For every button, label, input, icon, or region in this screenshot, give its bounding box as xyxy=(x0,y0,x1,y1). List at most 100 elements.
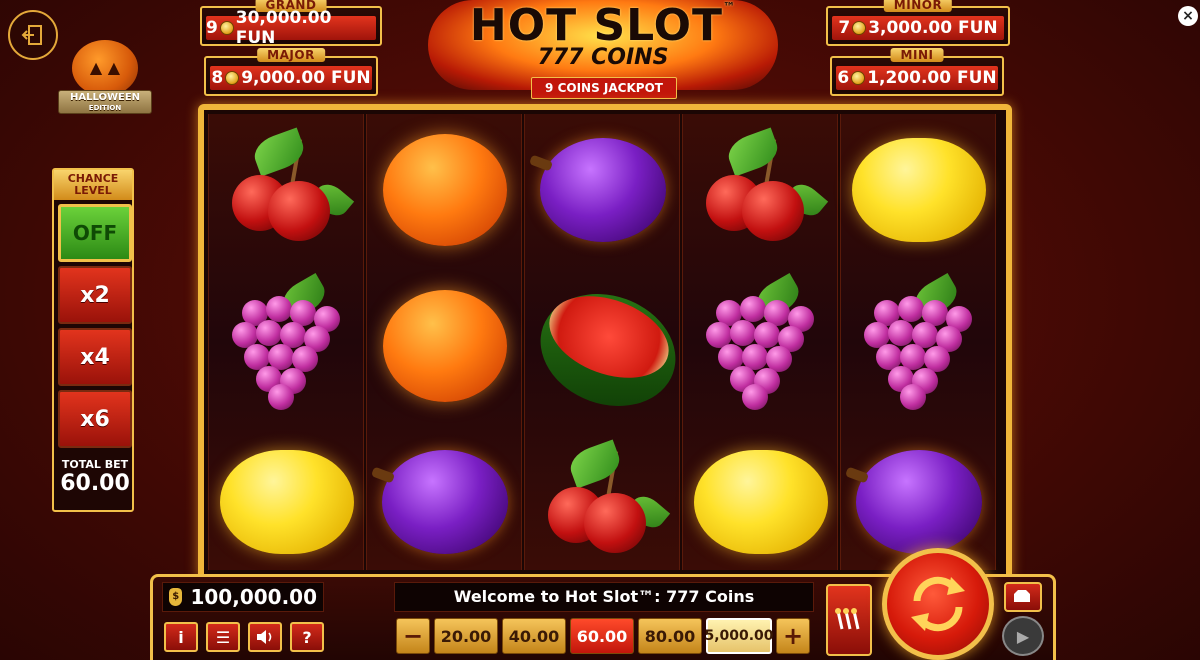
exit-button[interactable] xyxy=(8,10,58,60)
menu-button[interactable]: ☰ xyxy=(206,622,240,652)
halloween-edition-badge: ▲ ▲ HALLOWEEN EDITION xyxy=(58,20,152,116)
help-icon: ? xyxy=(302,627,312,647)
jackpot-minor-count: 7 xyxy=(838,18,851,38)
halloween-ribbon: HALLOWEEN EDITION xyxy=(58,90,152,114)
watermelon-icon xyxy=(524,275,692,425)
close-icon: × xyxy=(1182,8,1194,24)
jackpot-mini-count: 6 xyxy=(837,68,850,88)
jackpot-minor-label: MINOR xyxy=(883,0,953,12)
bet-selector: − 20.00 40.00 60.00 80.00 5,000.00 + xyxy=(396,618,810,654)
jackpot-minor: MINOR 7 3,000.00 FUN xyxy=(826,0,1010,46)
play-icon: ▶ xyxy=(1016,626,1030,646)
chance-off-button[interactable]: OFF xyxy=(58,204,132,262)
lemon-icon xyxy=(852,138,986,242)
grapes-symbol xyxy=(693,273,829,416)
plum-symbol xyxy=(377,432,513,572)
coin-icon xyxy=(219,21,234,35)
game-logo: HOT SLOT™ 777 COINS 9 COINS JACKPOT xyxy=(420,0,786,104)
bet-option-selected[interactable]: 60.00 xyxy=(570,618,634,654)
money-bag-icon: $ xyxy=(169,588,183,606)
plum-symbol xyxy=(535,120,671,260)
reel-4 xyxy=(682,114,838,570)
bet-decrease-button[interactable]: − xyxy=(396,618,430,654)
close-button[interactable]: × xyxy=(1178,6,1198,26)
cherries-icon xyxy=(222,127,355,245)
grapes-icon xyxy=(854,273,984,410)
grapes-icon xyxy=(222,273,352,410)
coin-icon xyxy=(851,71,866,85)
bet-increase-button[interactable]: + xyxy=(776,618,810,654)
total-bet-value: 60.00 xyxy=(60,471,130,496)
cherries-icon xyxy=(696,127,829,245)
lemon-symbol xyxy=(851,120,987,260)
orange-symbol xyxy=(377,120,513,260)
jackpot-major-label: MAJOR xyxy=(257,48,325,62)
help-button[interactable]: ? xyxy=(290,622,324,652)
chance-x2-button[interactable]: x2 xyxy=(58,266,132,324)
turbo-icon xyxy=(1014,590,1030,602)
reel-3 xyxy=(524,114,692,572)
orange-icon xyxy=(383,290,507,402)
bet-option[interactable]: 80.00 xyxy=(638,618,702,654)
chance-x4-button[interactable]: x4 xyxy=(58,328,132,386)
grapes-symbol xyxy=(851,273,987,416)
grapes-icon xyxy=(696,273,826,410)
jackpot-grand-amount: 30,000.00 FUN xyxy=(235,8,332,48)
turbo-button[interactable] xyxy=(1004,582,1042,612)
chance-level-panel: CHANCE LEVEL OFF x2 x4 x6 TOTAL BET 60.0… xyxy=(52,168,134,512)
reels-frame xyxy=(198,104,1012,580)
plum-icon xyxy=(540,138,666,242)
cherries-symbol xyxy=(219,120,355,260)
jackpot-grand-count: 9 xyxy=(206,18,218,38)
jackpot-mini-amount: 1,200.00 FUN xyxy=(867,68,997,88)
coin-icon xyxy=(852,21,867,35)
info-icon: i xyxy=(178,627,184,647)
total-bet-label: TOTAL BET xyxy=(61,458,129,471)
lemon-symbol xyxy=(693,432,829,572)
jackpot-minor-amount: 3,000.00 FUN xyxy=(868,18,998,38)
autoplay-button[interactable]: ▶ xyxy=(1002,616,1044,656)
jackpot-grand: GRAND 9 30,000.00 FUN xyxy=(200,0,382,48)
bet-option[interactable]: 5,000.00 xyxy=(704,618,774,654)
bet-option[interactable]: 40.00 xyxy=(502,618,566,654)
spin-arrows-icon xyxy=(911,576,965,632)
reel-2 xyxy=(366,114,522,570)
jackpot-major-amount: 9,000.00 FUN xyxy=(241,68,371,88)
balance-value: 100,000.00 xyxy=(190,585,317,609)
chance-level-title-2: LEVEL xyxy=(74,184,112,197)
jackpot-major-count: 8 xyxy=(211,68,224,88)
jackpot-tag: 9 COINS JACKPOT xyxy=(531,77,677,99)
jackpot-major: MAJOR 8 9,000.00 FUN xyxy=(204,48,378,96)
chance-x6-button[interactable]: x6 xyxy=(58,390,132,448)
jackpot-mini: MINI 6 1,200.00 FUN xyxy=(830,48,1004,96)
sound-button[interactable] xyxy=(248,622,282,652)
speaker-icon xyxy=(257,630,272,644)
exit-icon xyxy=(21,25,42,45)
plum-icon xyxy=(856,450,982,554)
hot-mode-button[interactable] xyxy=(826,584,872,656)
menu-icon: ☰ xyxy=(215,627,231,647)
lemon-symbol xyxy=(219,432,355,572)
coin-icon xyxy=(225,71,240,85)
info-button[interactable]: i xyxy=(164,622,198,652)
jackpot-mini-label: MINI xyxy=(890,48,944,62)
watermelon-symbol xyxy=(524,275,692,425)
reel-1 xyxy=(208,114,364,570)
message-bar: Welcome to Hot Slot™: 777 Coins xyxy=(394,582,814,612)
halloween-line2: EDITION xyxy=(88,104,122,112)
bet-option[interactable]: 20.00 xyxy=(434,618,498,654)
plum-icon xyxy=(382,450,508,554)
reel-5 xyxy=(840,114,996,570)
halloween-line1: HALLOWEEN xyxy=(69,92,141,103)
cherries-symbol xyxy=(693,120,829,260)
total-bet: TOTAL BET 60.00 xyxy=(58,454,132,508)
balance-display: $ 100,000.00 xyxy=(162,582,324,612)
cherries-icon xyxy=(538,439,671,557)
spin-button[interactable] xyxy=(882,548,994,660)
orange-icon xyxy=(383,134,507,246)
pumpkin-face: ▲ ▲ xyxy=(89,58,121,77)
grapes-symbol xyxy=(219,273,355,416)
logo-title: HOT SLOT xyxy=(469,0,724,51)
hot-chili-icon xyxy=(835,608,860,630)
cherries-symbol xyxy=(535,432,671,572)
